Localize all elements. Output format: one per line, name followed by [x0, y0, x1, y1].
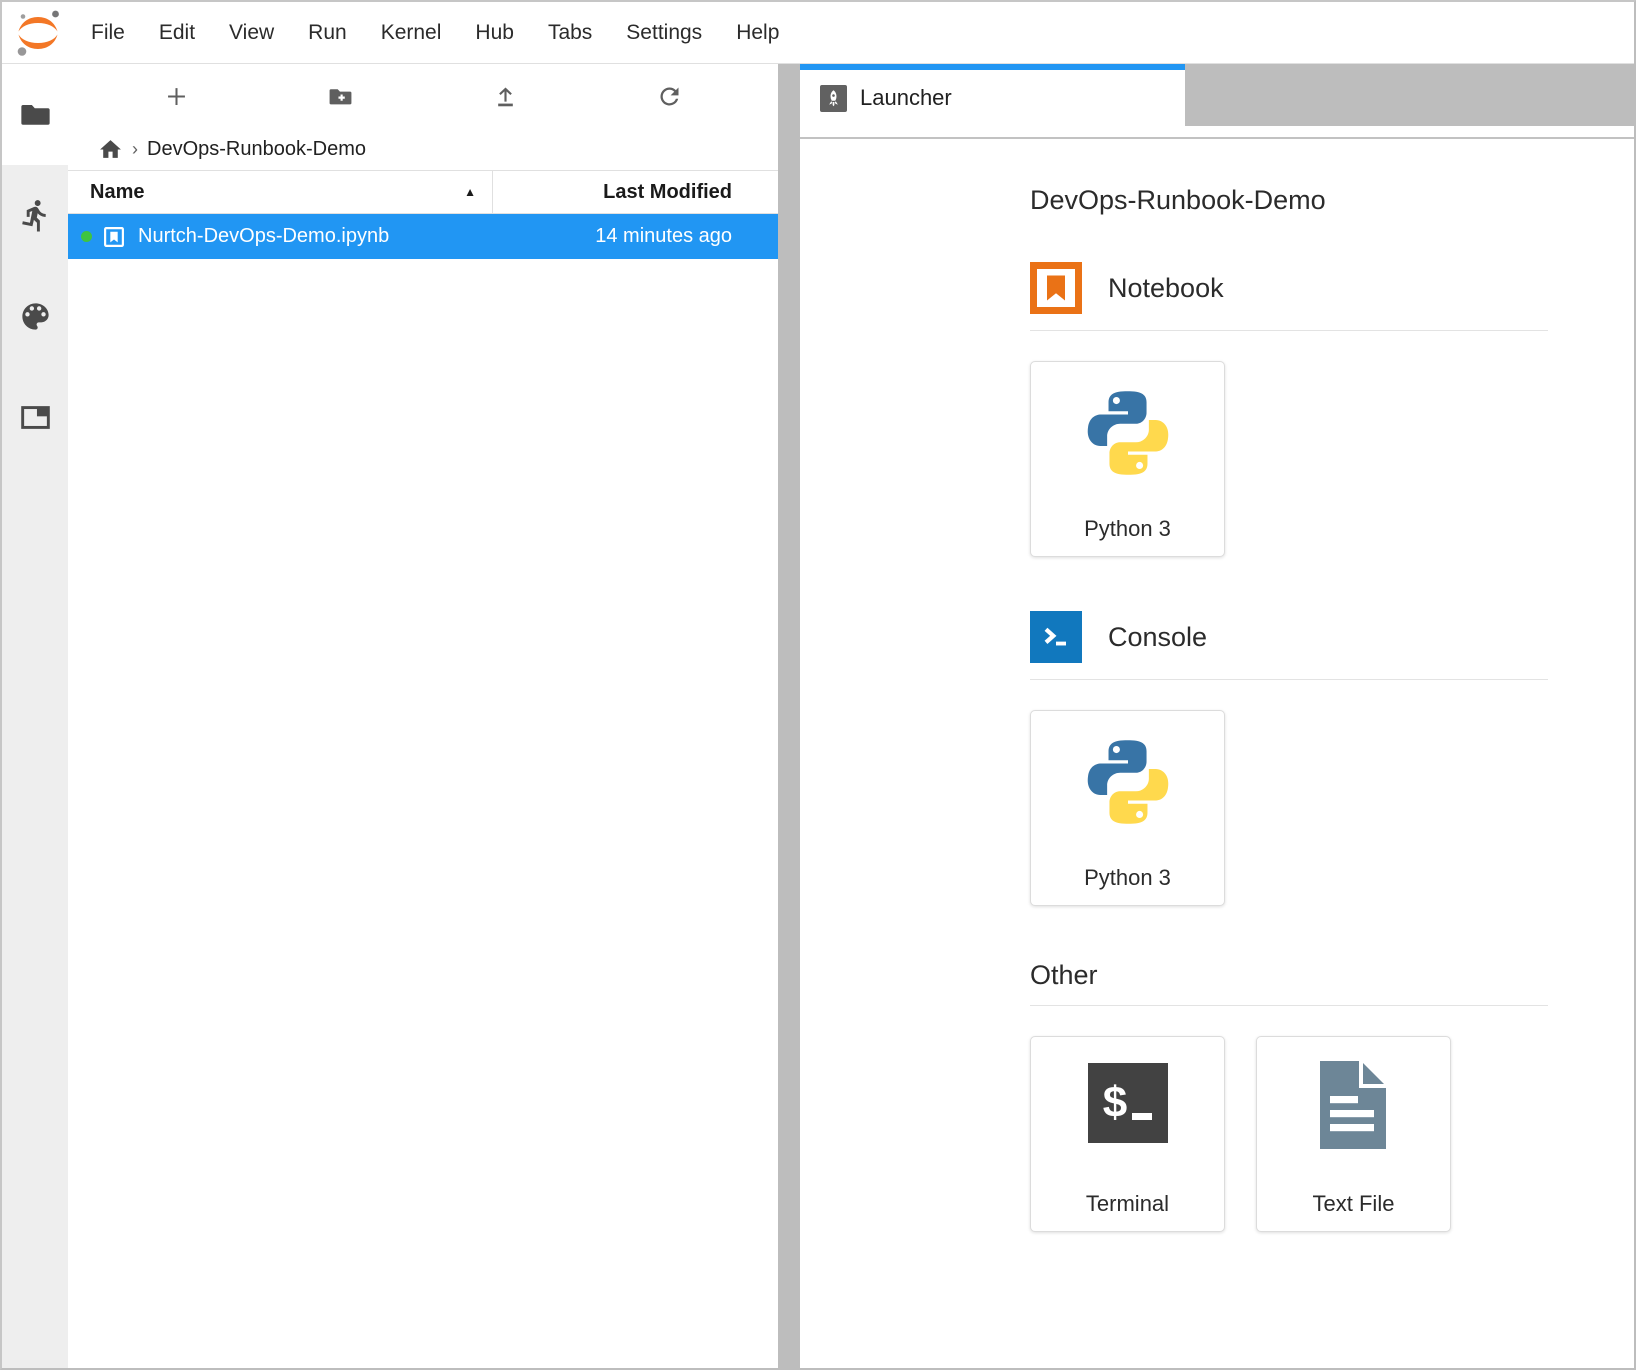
launcher-card-terminal[interactable]: $ Terminal [1030, 1036, 1225, 1232]
notebook-file-icon [101, 224, 127, 250]
file-list-header: Name ▲ Last Modified [68, 170, 778, 214]
launcher-section-console: Console Python 3 [1030, 611, 1604, 906]
panel-splitter[interactable] [778, 64, 800, 1368]
notebook-section-label: Notebook [1108, 273, 1224, 304]
activity-bar [2, 64, 68, 1368]
sidebar-tab-files[interactable] [2, 64, 68, 165]
file-name: Nurtch-DevOps-Demo.ipynb [138, 225, 595, 248]
new-launcher-button[interactable] [159, 79, 193, 113]
palette-icon [18, 299, 53, 334]
section-divider [1030, 1005, 1548, 1006]
file-browser-panel: › DevOps-Runbook-Demo Name ▲ Last Modifi… [68, 64, 778, 1368]
menu-kernel[interactable]: Kernel [364, 21, 459, 45]
launcher-section-other: Other $ Terminal [1030, 960, 1604, 1232]
main-dock-panel: Launcher DevOps-Runbook-Demo Notebook [800, 64, 1634, 1368]
menu-edit[interactable]: Edit [142, 21, 212, 45]
upload-icon [492, 83, 519, 110]
card-label: Python 3 [1084, 516, 1171, 542]
folder-icon [18, 97, 53, 132]
sort-ascending-icon: ▲ [464, 185, 476, 199]
menu-file[interactable]: File [74, 21, 142, 45]
terminal-icon: $ [1088, 1063, 1168, 1143]
notebook-icon [1030, 262, 1082, 314]
file-browser-toolbar [68, 64, 778, 128]
kernel-running-indicator [81, 231, 92, 242]
menu-view[interactable]: View [212, 21, 291, 45]
jupyter-logo [2, 5, 74, 61]
console-icon [1030, 611, 1082, 663]
jupyterlab-window: File Edit View Run Kernel Hub Tabs Setti… [0, 0, 1636, 1370]
modified-column-header[interactable]: Last Modified [492, 171, 778, 213]
menu-settings[interactable]: Settings [609, 21, 719, 45]
section-divider [1030, 330, 1548, 331]
python-logo-icon [1077, 382, 1179, 484]
file-row-selected[interactable]: Nurtch-DevOps-Demo.ipynb 14 minutes ago [68, 214, 778, 259]
new-launcher-plus-icon [163, 83, 190, 110]
menu-run[interactable]: Run [291, 21, 364, 45]
launcher-rocket-icon [820, 85, 847, 112]
breadcrumb-separator: › [132, 139, 138, 160]
menu-help[interactable]: Help [719, 21, 796, 45]
refresh-icon [656, 83, 683, 110]
tabs-icon [18, 400, 53, 435]
dock-tab-bar: Launcher [800, 64, 1634, 126]
sidebar-tab-running[interactable] [2, 165, 68, 266]
jupyter-logo-icon [11, 5, 65, 61]
python-logo-icon [1077, 731, 1179, 833]
other-section-label: Other [1030, 960, 1098, 991]
modified-header-label: Last Modified [603, 181, 732, 204]
launcher-body: DevOps-Runbook-Demo Notebook [800, 139, 1634, 1368]
menu-tabs[interactable]: Tabs [531, 21, 609, 45]
console-section-label: Console [1108, 622, 1207, 653]
menu-bar: File Edit View Run Kernel Hub Tabs Setti… [2, 2, 1634, 64]
tab-bar-bottom-strip [800, 126, 1634, 139]
breadcrumb-current-folder[interactable]: DevOps-Runbook-Demo [147, 138, 366, 161]
breadcrumb: › DevOps-Runbook-Demo [68, 128, 778, 170]
console-section-header: Console [1030, 611, 1604, 663]
new-folder-icon [327, 83, 354, 110]
notebook-section-header: Notebook [1030, 262, 1604, 314]
section-divider [1030, 679, 1548, 680]
home-icon[interactable] [98, 137, 123, 162]
launcher-section-notebook: Notebook Python 3 [1030, 262, 1604, 557]
sidebar-tab-open-tabs[interactable] [2, 367, 68, 468]
launcher-card-text-file[interactable]: Text File [1256, 1036, 1451, 1232]
card-label: Python 3 [1084, 865, 1171, 891]
launcher-card-console-python3[interactable]: Python 3 [1030, 710, 1225, 906]
name-column-header[interactable]: Name ▲ [68, 171, 492, 213]
card-label: Terminal [1086, 1191, 1169, 1217]
upload-button[interactable] [488, 79, 522, 113]
new-folder-button[interactable] [324, 79, 358, 113]
tab-launcher-label: Launcher [860, 85, 952, 111]
other-section-header: Other [1030, 960, 1604, 991]
running-sessions-icon [18, 198, 53, 233]
file-modified-time: 14 minutes ago [595, 225, 778, 248]
name-header-label: Name [90, 181, 144, 204]
menu-hub[interactable]: Hub [458, 21, 531, 45]
text-file-icon [1314, 1059, 1394, 1151]
launcher-cwd-title: DevOps-Runbook-Demo [1030, 185, 1604, 216]
refresh-button[interactable] [653, 79, 687, 113]
card-label: Text File [1313, 1191, 1395, 1217]
launcher-card-notebook-python3[interactable]: Python 3 [1030, 361, 1225, 557]
tab-launcher[interactable]: Launcher [800, 64, 1185, 126]
sidebar-tab-commands[interactable] [2, 266, 68, 367]
